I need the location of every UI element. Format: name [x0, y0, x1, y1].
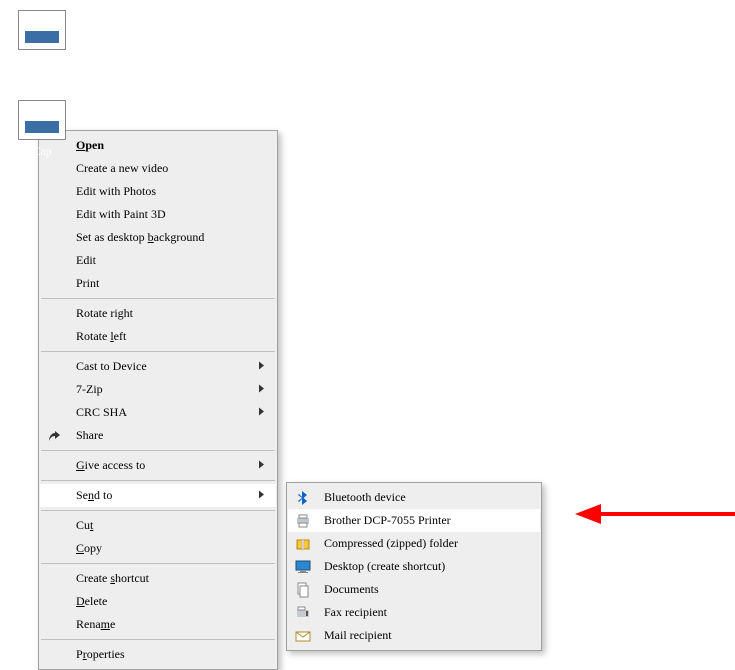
submenu-caret-icon — [258, 458, 266, 473]
menu-separator — [41, 450, 275, 451]
bluetooth-icon — [294, 489, 312, 507]
desktop-icon-cap[interactable]: Cap — [4, 94, 80, 159]
desktop-icon-label: Cap — [4, 144, 80, 159]
menu-item-crc-sha[interactable]: CRC SHA — [40, 401, 276, 424]
menu-item-properties[interactable]: Properties — [40, 643, 276, 666]
file-thumbnail — [18, 100, 66, 140]
menu-item-edit-with-photos[interactable]: Edit with Photos — [40, 180, 276, 203]
watermark: winaero.com — [410, 65, 498, 85]
menu-item-label: Properties — [76, 647, 125, 661]
menu-item-copy[interactable]: Copy — [40, 537, 276, 560]
submenu-item-mail-recipient[interactable]: Mail recipient — [288, 624, 540, 647]
submenu-item-label: Brother DCP-7055 Printer — [324, 513, 451, 527]
menu-item-label: Copy — [76, 541, 102, 555]
submenu-item-label: Documents — [324, 582, 379, 596]
menu-item-edit-with-paint-3d[interactable]: Edit with Paint 3D — [40, 203, 276, 226]
menu-item-print[interactable]: Print — [40, 272, 276, 295]
submenu-item-documents[interactable]: Documents — [288, 578, 540, 601]
menu-item-send-to[interactable]: Send to — [40, 484, 276, 507]
watermark: winaero.com — [150, 65, 238, 85]
submenu-caret-icon — [258, 359, 266, 374]
submenu-item-bluetooth-device[interactable]: Bluetooth device — [288, 486, 540, 509]
menu-item-delete[interactable]: Delete — [40, 590, 276, 613]
menu-item-label: Print — [76, 276, 99, 290]
zip-icon — [294, 535, 312, 553]
submenu-item-brother-dcp-7055-printer[interactable]: Brother DCP-7055 Printer — [288, 509, 540, 532]
submenu-item-label: Mail recipient — [324, 628, 392, 642]
printer-icon — [294, 512, 312, 530]
menu-item-create-a-new-video[interactable]: Create a new video — [40, 157, 276, 180]
fax-icon — [294, 604, 312, 622]
mail-icon — [294, 627, 312, 645]
submenu-item-label: Desktop (create shortcut) — [324, 559, 445, 573]
menu-separator — [41, 639, 275, 640]
menu-item-give-access-to[interactable]: Give access to — [40, 454, 276, 477]
submenu-item-label: Compressed (zipped) folder — [324, 536, 458, 550]
highlight-arrow — [575, 508, 735, 520]
watermark: winaero.com — [460, 365, 548, 385]
menu-separator — [41, 351, 275, 352]
menu-item-label: Edit with Paint 3D — [76, 207, 166, 221]
file-thumbnail — [18, 10, 66, 50]
menu-item-cut[interactable]: Cut — [40, 514, 276, 537]
menu-item-label: Cut — [76, 518, 93, 532]
watermark: winaero.com — [650, 365, 735, 385]
menu-item-label: Delete — [76, 594, 107, 608]
desktop-icon — [294, 558, 312, 576]
send-to-submenu: Bluetooth device Brother DCP-7055 Printer… — [286, 482, 542, 651]
menu-item-create-shortcut[interactable]: Create shortcut — [40, 567, 276, 590]
watermark: winaero.com — [395, 215, 483, 235]
menu-separator — [41, 563, 275, 564]
menu-item-set-as-desktop-background[interactable]: Set as desktop background — [40, 226, 276, 249]
menu-item-label: Rename — [76, 617, 115, 631]
submenu-item-desktop-create-shortcut[interactable]: Desktop (create shortcut) — [288, 555, 540, 578]
desktop-icon-label: Capture1 — [4, 54, 80, 69]
watermark: winaero.com — [650, 215, 735, 235]
menu-separator — [41, 298, 275, 299]
submenu-caret-icon — [258, 382, 266, 397]
menu-item-label: Give access to — [76, 458, 145, 472]
desktop-icon-capture1[interactable]: Capture1 — [4, 4, 80, 69]
menu-item-label: Edit — [76, 253, 96, 267]
menu-item-label: Share — [76, 428, 103, 442]
menu-item-label: Rotate left — [76, 329, 126, 343]
menu-item-label: Set as desktop background — [76, 230, 204, 244]
menu-item-label: Send to — [76, 488, 112, 502]
menu-separator — [41, 480, 275, 481]
share-icon — [46, 427, 64, 445]
menu-item-label: Create a new video — [76, 161, 168, 175]
menu-item-share[interactable]: Share — [40, 424, 276, 447]
submenu-caret-icon — [258, 488, 266, 503]
submenu-item-compressed-zipped-folder[interactable]: Compressed (zipped) folder — [288, 532, 540, 555]
menu-item-cast-to-device[interactable]: Cast to Device — [40, 355, 276, 378]
menu-item-rotate-right[interactable]: Rotate right — [40, 302, 276, 325]
documents-icon — [294, 581, 312, 599]
menu-item-label: Open — [76, 138, 104, 152]
submenu-item-label: Bluetooth device — [324, 490, 406, 504]
submenu-caret-icon — [258, 405, 266, 420]
menu-item-edit[interactable]: Edit — [40, 249, 276, 272]
menu-item-label: Edit with Photos — [76, 184, 156, 198]
context-menu: Open Create a new video Edit with Photos Ed… — [38, 130, 278, 670]
menu-item-label: 7-Zip — [76, 382, 103, 396]
menu-item-rename[interactable]: Rename — [40, 613, 276, 636]
menu-item-7-zip[interactable]: 7-Zip — [40, 378, 276, 401]
submenu-item-label: Fax recipient — [324, 605, 387, 619]
menu-item-label: Rotate right — [76, 306, 133, 320]
menu-item-label: Cast to Device — [76, 359, 147, 373]
menu-item-label: Create shortcut — [76, 571, 149, 585]
menu-item-rotate-left[interactable]: Rotate left — [40, 325, 276, 348]
menu-separator — [41, 510, 275, 511]
menu-item-label: CRC SHA — [76, 405, 127, 419]
submenu-item-fax-recipient[interactable]: Fax recipient — [288, 601, 540, 624]
